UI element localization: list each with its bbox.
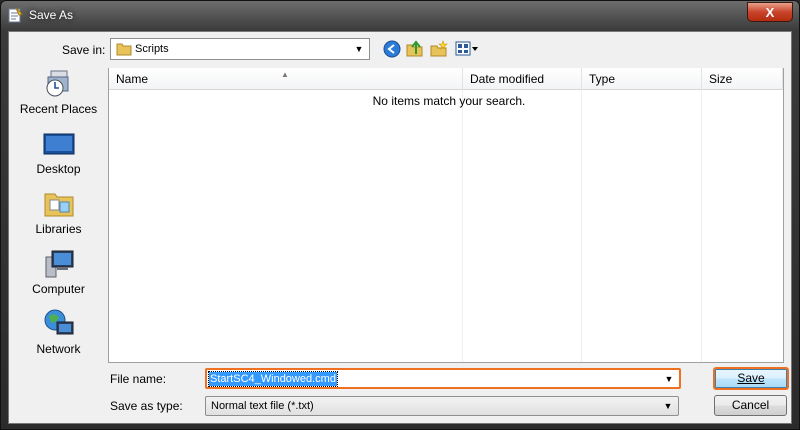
notepad-icon: [8, 7, 23, 23]
column-header-size[interactable]: Size: [702, 68, 783, 90]
close-button[interactable]: X: [747, 2, 793, 22]
close-icon: X: [765, 4, 775, 20]
place-label: Desktop: [36, 162, 81, 176]
place-libraries[interactable]: Libraries: [12, 188, 105, 244]
sort-ascending-icon: ▲: [281, 70, 289, 79]
save-as-type-value: Normal text file (*.txt): [211, 400, 314, 412]
column-header-date-modified[interactable]: Date modified: [463, 68, 582, 90]
save-in-value: Scripts: [135, 43, 169, 55]
place-label: Recent Places: [19, 102, 98, 116]
place-recent-places[interactable]: Recent Places: [12, 68, 105, 124]
column-divider: [701, 90, 702, 362]
view-menu-icon[interactable]: [455, 40, 481, 58]
libraries-icon: [44, 193, 73, 217]
folder-icon: [116, 43, 132, 56]
save-as-type-label: Save as type:: [110, 399, 183, 413]
column-divider: [462, 90, 463, 362]
empty-list-message: No items match your search.: [372, 94, 526, 108]
save-in-label: Save in:: [62, 43, 106, 57]
column-divider: [581, 90, 582, 362]
title-bar[interactable]: Save As X: [1, 1, 799, 31]
places-bar: Recent Places Desktop Libraries Computer…: [12, 68, 105, 368]
list-header: Name ▲ Date modified Type Size: [109, 68, 783, 90]
desktop-icon: [43, 133, 74, 155]
file-name-combo[interactable]: StartSC4_Windowed.cmd ▼: [205, 368, 681, 389]
chevron-down-icon[interactable]: ▼: [662, 372, 676, 386]
network-icon: [44, 309, 73, 335]
file-name-label: File name:: [110, 372, 167, 386]
place-computer[interactable]: Computer: [12, 248, 105, 304]
place-label: Network: [36, 342, 81, 356]
window-title: Save As: [29, 8, 74, 22]
chevron-down-icon[interactable]: ▼: [352, 42, 366, 56]
place-label: Libraries: [35, 222, 82, 236]
column-header-name[interactable]: Name ▲: [109, 68, 463, 90]
file-name-input[interactable]: StartSC4_Windowed.cmd: [208, 371, 338, 387]
back-icon[interactable]: [383, 40, 401, 58]
place-network[interactable]: Network: [12, 308, 105, 364]
computer-icon: [45, 250, 73, 278]
new-folder-icon[interactable]: [430, 40, 448, 58]
save-as-type-select[interactable]: Normal text file (*.txt) ▼: [205, 396, 679, 416]
up-folder-icon[interactable]: [406, 40, 424, 58]
save-button[interactable]: Save: [713, 367, 789, 390]
file-list[interactable]: Name ▲ Date modified Type Size No items …: [108, 68, 784, 363]
recent-places-icon: [46, 70, 68, 97]
save-as-dialog: Save As X Save in: Scripts ▼ Recent Plac…: [0, 0, 800, 430]
cancel-button[interactable]: Cancel: [714, 395, 787, 416]
chevron-down-icon[interactable]: ▼: [661, 399, 675, 413]
place-label: Computer: [32, 282, 85, 296]
save-in-combo[interactable]: Scripts ▼: [110, 38, 370, 60]
column-header-type[interactable]: Type: [582, 68, 702, 90]
dialog-body: Save in: Scripts ▼ Recent Places Desktop…: [8, 31, 792, 424]
place-desktop[interactable]: Desktop: [12, 128, 105, 184]
